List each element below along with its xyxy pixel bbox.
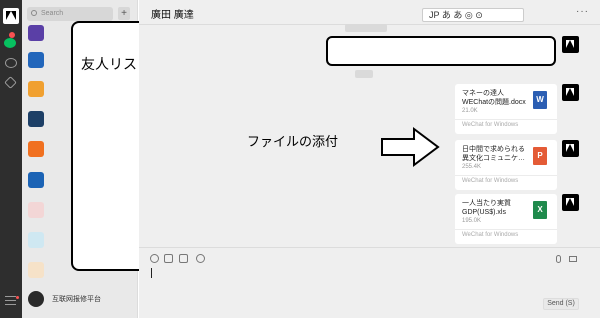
contact-avatar[interactable] (28, 25, 44, 41)
file-card-divider (455, 119, 557, 120)
favorites-nav-icon[interactable] (4, 76, 17, 89)
file-size: 255.4K (462, 164, 482, 170)
contact-avatar[interactable] (28, 141, 44, 157)
powerpoint-file-icon: P (533, 147, 547, 165)
file-size: 21.0K (462, 108, 478, 114)
excel-file-icon: X (533, 201, 547, 219)
menu-alert-dot (16, 296, 19, 299)
contacts-nav-icon[interactable] (5, 58, 17, 68)
word-file-icon: W (533, 91, 547, 109)
contact-name[interactable]: 互联网报修平台 (52, 294, 101, 304)
more-options-button[interactable]: ··· (576, 6, 589, 17)
contact-avatar[interactable] (28, 81, 44, 97)
contact-avatar[interactable] (28, 291, 44, 307)
contact-avatar[interactable] (28, 262, 44, 278)
file-size: 195.0K (462, 218, 482, 224)
search-icon (31, 10, 37, 16)
timestamp-pill (355, 70, 373, 78)
contact-avatar[interactable] (28, 172, 44, 188)
send-button[interactable]: Send (S) (543, 298, 579, 310)
my-avatar[interactable] (562, 84, 579, 101)
chat-history-icon[interactable] (196, 254, 205, 263)
menu-icon[interactable] (5, 296, 16, 305)
my-avatar[interactable] (562, 36, 579, 53)
add-chat-button[interactable]: + (118, 7, 130, 20)
chat-title: 廣田 廣達 (151, 10, 194, 21)
file-message-card[interactable]: 日中間で求められる異文化コミュニケ… 255.4K P WeChat for W… (455, 140, 557, 190)
screenshot-icon[interactable] (179, 254, 188, 263)
message-input[interactable] (151, 268, 152, 278)
folder-icon[interactable] (164, 254, 173, 263)
contact-avatar[interactable] (28, 111, 44, 127)
search-input[interactable]: Search (27, 7, 113, 21)
input-divider (139, 247, 600, 248)
file-source: WeChat for Windows (462, 122, 519, 128)
right-arrow-icon (381, 127, 440, 167)
file-source: WeChat for Windows (462, 178, 519, 184)
file-name: 一人当たり実質GDP(US$).xls (462, 200, 511, 216)
my-avatar[interactable] (562, 194, 579, 211)
timestamp-pill (345, 24, 387, 32)
contact-avatar[interactable] (28, 52, 44, 68)
search-placeholder: Search (41, 10, 64, 17)
chat-window: 廣田 廣達 JP あ あ ◎ ⊙ ··· マネーの達人WEChatの問題.doc… (139, 0, 600, 318)
file-source: WeChat for Windows (462, 232, 519, 238)
chat-list-panel: Search + 互联网报修平台 友人リスト (22, 0, 153, 318)
file-card-divider (455, 175, 557, 176)
file-message-card[interactable]: 一人当たり実質GDP(US$).xls 195.0K X WeChat for … (455, 194, 557, 244)
ime-toolbar[interactable]: JP あ あ ◎ ⊙ (422, 8, 524, 22)
contact-avatar[interactable] (28, 232, 44, 248)
unread-badge (9, 32, 15, 38)
chat-nav-icon[interactable] (4, 38, 16, 48)
my-avatar[interactable] (562, 140, 579, 157)
contact-avatar[interactable] (28, 202, 44, 218)
file-name: マネーの達人WEChatの問題.docx (462, 90, 526, 106)
navigation-rail (0, 0, 22, 318)
voice-call-icon[interactable] (556, 255, 561, 263)
emoji-icon[interactable] (150, 254, 159, 263)
text-message-bubble[interactable] (326, 36, 556, 66)
file-name: 日中間で求められる異文化コミュニケ… (462, 146, 525, 162)
app-logo-icon (3, 8, 19, 24)
file-attachment-annotation: ファイルの添付 (247, 134, 339, 149)
file-card-divider (455, 229, 557, 230)
file-message-card[interactable]: マネーの達人WEChatの問題.docx 21.0K W WeChat for … (455, 84, 557, 134)
video-call-icon[interactable] (569, 256, 577, 262)
